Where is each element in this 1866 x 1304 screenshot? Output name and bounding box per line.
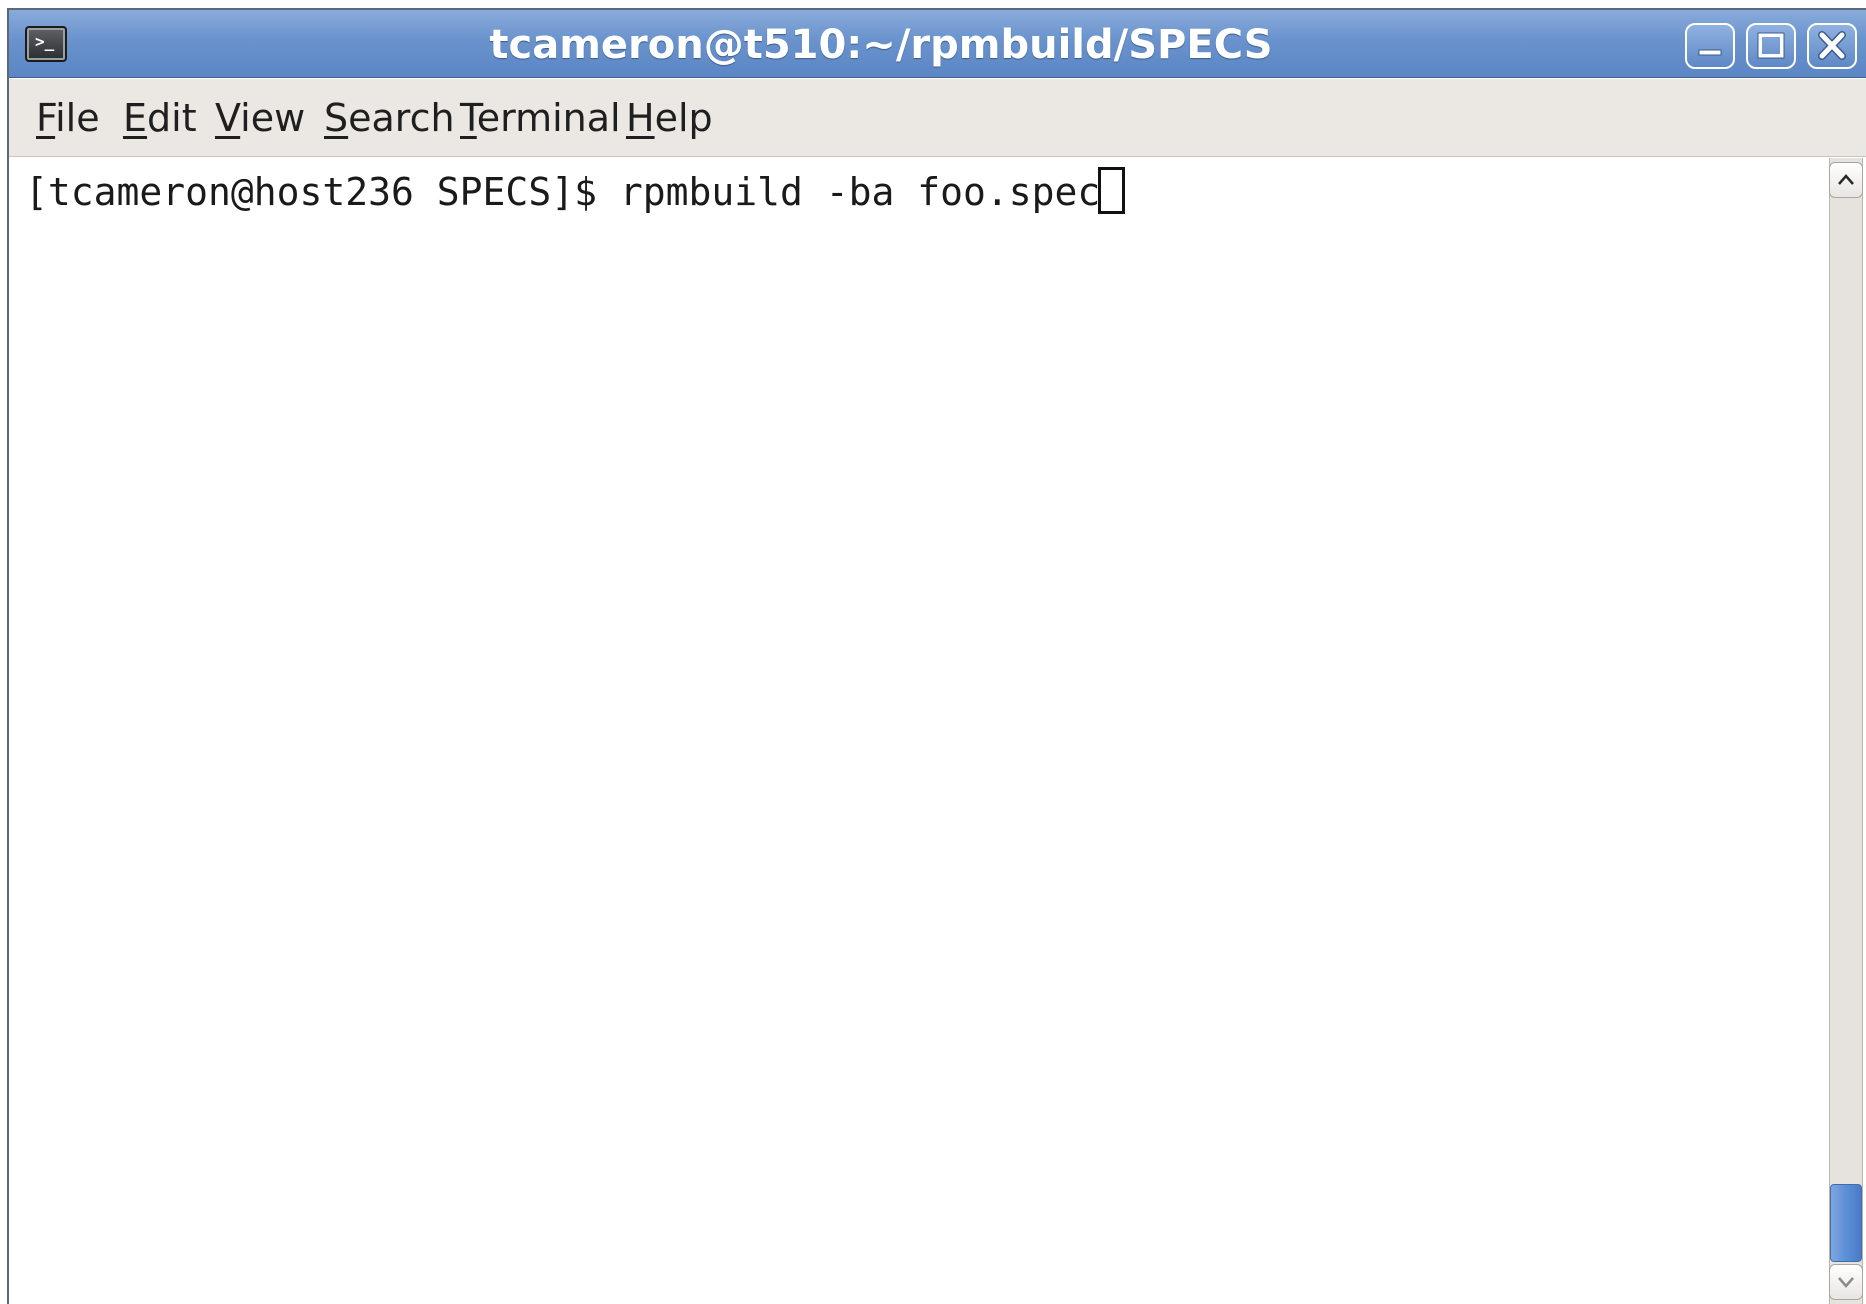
chevron-down-icon xyxy=(1838,1277,1854,1288)
menu-file-label: ile xyxy=(55,96,100,140)
menu-view[interactable]: View xyxy=(215,79,305,157)
menu-search[interactable]: Search xyxy=(324,79,455,157)
text-cursor xyxy=(1098,167,1125,214)
menu-terminal-label: erminal xyxy=(476,96,621,140)
menu-edit-label: dit xyxy=(147,96,197,140)
terminal-output[interactable]: [tcameron@host236 SPECS]$ rpmbuild -ba f… xyxy=(9,158,1821,1304)
vertical-scrollbar[interactable] xyxy=(1822,158,1866,1304)
menu-view-mnemonic: V xyxy=(215,96,241,140)
scrollbar-thumb[interactable] xyxy=(1830,1184,1862,1262)
menu-file[interactable]: File xyxy=(36,79,100,157)
menu-file-mnemonic: F xyxy=(36,96,56,140)
maximize-icon xyxy=(1757,32,1785,59)
close-icon xyxy=(1818,31,1846,60)
minimize-icon xyxy=(1698,49,1722,56)
menu-view-label: iew xyxy=(240,96,306,140)
menu-search-mnemonic: S xyxy=(324,96,349,140)
scroll-down-button[interactable] xyxy=(1829,1264,1863,1300)
menu-terminal[interactable]: Terminal xyxy=(460,79,621,157)
menu-bar: File Edit View Search Terminal Help xyxy=(9,79,1866,157)
menu-edit[interactable]: Edit xyxy=(123,79,197,157)
menu-edit-mnemonic: E xyxy=(123,96,148,140)
menu-help[interactable]: Help xyxy=(626,79,713,157)
menu-terminal-mnemonic: T xyxy=(460,96,477,140)
menu-help-mnemonic: H xyxy=(626,96,655,140)
window-title: tcameron@t510:~/rpmbuild/SPECS xyxy=(489,22,1273,68)
title-bar[interactable]: >_ tcameron@t510:~/rpmbuild/SPECS xyxy=(9,10,1866,78)
maximize-button[interactable] xyxy=(1746,23,1796,69)
menu-search-label: earch xyxy=(348,96,455,140)
minimize-button[interactable] xyxy=(1685,23,1735,69)
close-button[interactable] xyxy=(1807,23,1857,69)
chevron-up-icon xyxy=(1838,174,1854,185)
scroll-up-button[interactable] xyxy=(1829,162,1863,198)
terminal-window: >_ tcameron@t510:~/rpmbuild/SPECS File E… xyxy=(7,8,1866,1304)
scrollbar-trough[interactable] xyxy=(1829,158,1863,1304)
menu-help-label: elp xyxy=(654,96,713,140)
terminal-line: [tcameron@host236 SPECS]$ rpmbuild -ba f… xyxy=(25,170,1124,214)
